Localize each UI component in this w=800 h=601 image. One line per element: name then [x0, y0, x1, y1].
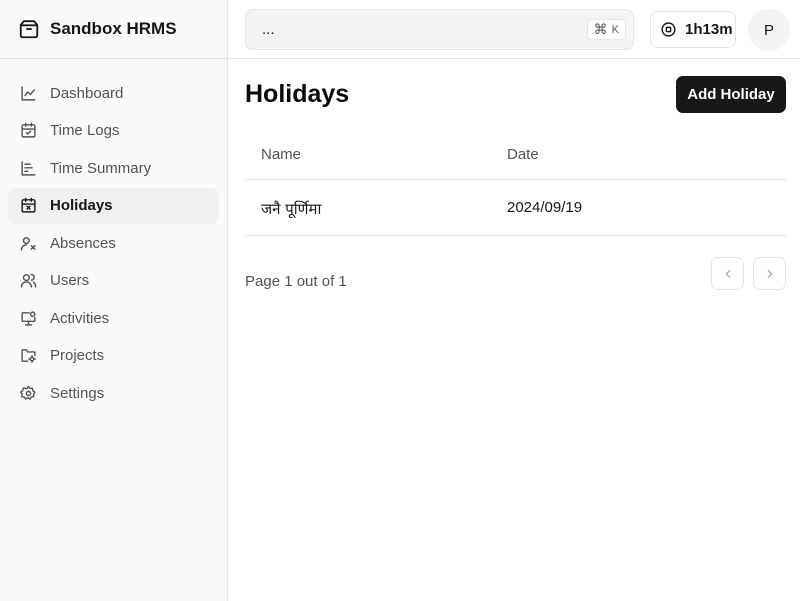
search-shortcut: ⌘ K: [586, 19, 626, 40]
sidebar-item-label: Time Logs: [50, 122, 120, 139]
chevron-right-icon: [763, 267, 777, 281]
topbar: ... ⌘ K 1h13m P: [228, 0, 800, 59]
sidebar-item-users[interactable]: Users: [8, 263, 219, 299]
table-header: Name Date: [245, 133, 786, 180]
chevron-left-icon: [721, 267, 735, 281]
box-icon: [18, 18, 40, 40]
pagination-info: Page 1 out of 1: [245, 273, 347, 290]
stop-circle-icon: [660, 21, 677, 38]
calendar-x-icon: [20, 197, 37, 214]
sidebar-item-time-summary[interactable]: Time Summary: [8, 150, 219, 186]
previous-page-button[interactable]: [711, 257, 744, 290]
holidays-table: Name Date जनै पूर्णिमा 2024/09/19: [245, 133, 786, 236]
sidebar-item-projects[interactable]: Projects: [8, 338, 219, 374]
sidebar-nav: Dashboard Time Logs Time Summary Holiday…: [0, 67, 227, 421]
holiday-date: 2024/09/19: [507, 199, 583, 216]
gear-icon: [20, 385, 37, 402]
sidebar-item-label: Dashboard: [50, 84, 124, 102]
next-page-button[interactable]: [753, 257, 786, 290]
avatar[interactable]: P: [748, 9, 790, 51]
add-holiday-button[interactable]: Add Holiday: [676, 76, 786, 113]
table-row[interactable]: जनै पूर्णिमा 2024/09/19: [245, 180, 786, 236]
bar-chart-icon: [20, 160, 37, 177]
sidebar-item-label: Activities: [50, 309, 110, 327]
brand[interactable]: Sandbox HRMS: [0, 0, 227, 59]
chart-line-icon: [20, 85, 37, 102]
column-header-name: Name: [261, 146, 302, 163]
search-input[interactable]: ... ⌘ K: [245, 9, 634, 50]
sidebar-item-label: Holidays: [50, 197, 113, 214]
users-icon: [20, 272, 37, 289]
sidebar-item-settings[interactable]: Settings: [8, 375, 219, 411]
brand-name: Sandbox HRMS: [50, 19, 177, 38]
sidebar-item-absences[interactable]: Absences: [8, 225, 219, 261]
sidebar: Sandbox HRMS Dashboard Time Logs Time Su…: [0, 0, 228, 601]
sidebar-item-time-logs[interactable]: Time Logs: [8, 113, 219, 149]
sidebar-item-dashboard[interactable]: Dashboard: [8, 75, 219, 111]
monitor-icon: [20, 310, 37, 327]
timer-text: 1h13m: [685, 21, 733, 38]
sidebar-item-holidays[interactable]: Holidays: [8, 187, 219, 224]
command-key-icon: ⌘: [593, 21, 608, 37]
calendar-check-icon: [20, 122, 37, 139]
column-header-date: Date: [507, 146, 539, 163]
timer-button[interactable]: 1h13m: [650, 11, 736, 48]
sidebar-item-label: Absences: [50, 234, 116, 252]
user-x-icon: [20, 235, 37, 252]
search-value: ...: [262, 21, 275, 38]
sidebar-item-label: Users: [50, 272, 90, 289]
folder-icon: [20, 347, 37, 364]
sidebar-item-label: Projects: [50, 347, 105, 364]
holiday-name: जनै पूर्णिमा: [261, 200, 322, 218]
page-title: Holidays: [245, 80, 350, 108]
shortcut-key: K: [611, 23, 619, 36]
sidebar-item-activities[interactable]: Activities: [8, 300, 219, 336]
sidebar-item-label: Time Summary: [50, 159, 152, 177]
sidebar-item-label: Settings: [50, 384, 105, 402]
